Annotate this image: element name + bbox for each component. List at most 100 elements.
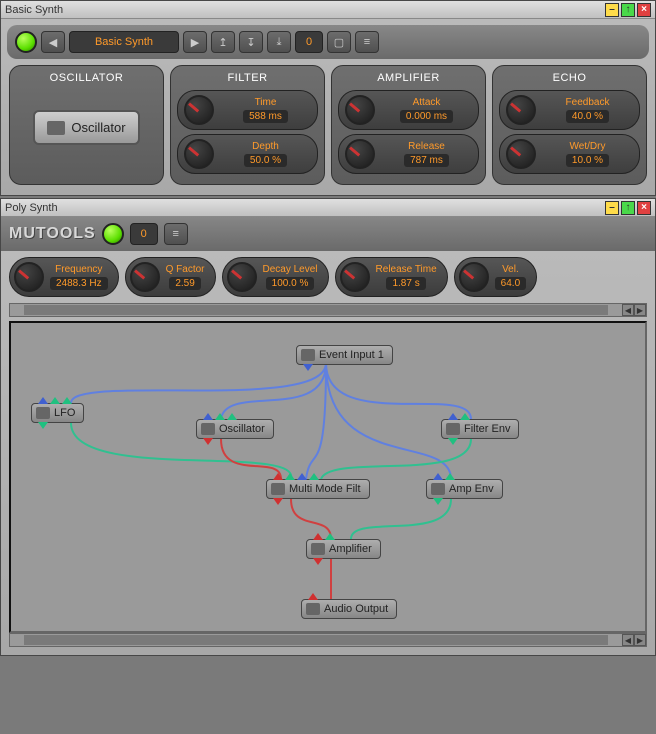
qfactor-knob[interactable] [130, 262, 160, 292]
node-label: Event Input 1 [319, 349, 384, 361]
knob-value[interactable]: 64.0 [495, 277, 526, 290]
panel-title: ECHO [553, 72, 587, 84]
filter-panel: FILTER Time 588 ms Depth 50.0 % [170, 65, 325, 185]
close-button[interactable]: × [637, 201, 651, 215]
knob-value[interactable]: 588 ms [243, 110, 288, 123]
graph-scrollbar[interactable]: ◀ ▶ [9, 633, 647, 647]
frequency-knob[interactable] [14, 262, 44, 292]
maximize-button[interactable]: ↑ [621, 201, 635, 215]
velocity-knob[interactable] [459, 262, 489, 292]
multi-mode-filter-node[interactable]: Multi Mode Filt [266, 479, 370, 499]
menu-button[interactable]: ≡ [355, 31, 379, 53]
prev-preset-button[interactable]: ◀ [41, 31, 65, 53]
echo-panel: ECHO Feedback 40.0 % Wet/Dry 10.0 % [492, 65, 647, 185]
preset-name-display[interactable]: Basic Synth [69, 31, 179, 53]
feedback-knob[interactable] [506, 95, 536, 125]
power-led[interactable] [102, 223, 124, 245]
node-label: Amplifier [329, 543, 372, 555]
event-input-node[interactable]: Event Input 1 [296, 345, 393, 365]
output-icon [306, 603, 320, 615]
knob-value[interactable]: 0.000 ms [400, 110, 453, 123]
depth-knob-row: Depth 50.0 % [177, 134, 318, 174]
load-up-button[interactable]: ↥ [211, 31, 235, 53]
node-graph[interactable]: Event Input 1 LFO Oscillator Filter Env … [9, 321, 647, 633]
filter-icon [271, 483, 285, 495]
oscillator-button[interactable]: Oscillator [33, 110, 139, 145]
knob-label: Wet/Dry [570, 141, 606, 152]
scroll-right-icon[interactable]: ▶ [634, 304, 646, 316]
knob-value[interactable]: 50.0 % [244, 154, 287, 167]
knob-scrollbar[interactable]: ◀ ▶ [9, 303, 647, 317]
basic-synth-panels: OSCILLATOR Oscillator FILTER Time 588 ms… [1, 65, 655, 195]
waveform-icon [47, 121, 65, 135]
oscillator-node[interactable]: Oscillator [196, 419, 274, 439]
decay-knob-cell: Decay Level 100.0 % [222, 257, 329, 297]
knob-label: Decay Level [263, 264, 318, 275]
qfactor-knob-cell: Q Factor 2.59 [125, 257, 216, 297]
attack-knob-row: Attack 0.000 ms [338, 90, 479, 130]
scroll-right-icon[interactable]: ▶ [634, 634, 646, 646]
preset-index[interactable]: 0 [295, 31, 323, 53]
node-label: Audio Output [324, 603, 388, 615]
envelope-icon [431, 483, 445, 495]
close-button[interactable]: × [637, 3, 651, 17]
poly-synth-knob-row: Frequency 2488.3 Hz Q Factor 2.59 Decay … [1, 251, 655, 303]
knob-value[interactable]: 40.0 % [566, 110, 609, 123]
audio-output-node[interactable]: Audio Output [301, 599, 397, 619]
next-preset-button[interactable]: ▶ [183, 31, 207, 53]
knob-value[interactable]: 100.0 % [266, 277, 315, 290]
poly-synth-window: Poly Synth – ↑ × MUTOOLS 0 ≡ Frequency 2… [0, 198, 656, 656]
wires [11, 323, 645, 631]
scroll-left-icon[interactable]: ◀ [622, 634, 634, 646]
panel-title: AMPLIFIER [377, 72, 440, 84]
amplifier-panel: AMPLIFIER Attack 0.000 ms Release 787 ms [331, 65, 486, 185]
amplifier-icon [311, 543, 325, 555]
basic-synth-titlebar: Basic Synth – ↑ × [1, 1, 655, 19]
oscillator-panel: OSCILLATOR Oscillator [9, 65, 164, 185]
attack-knob[interactable] [345, 95, 375, 125]
load-down-button[interactable]: ↧ [239, 31, 263, 53]
envelope-icon [446, 423, 460, 435]
panel-title: FILTER [227, 72, 267, 84]
knob-label: Time [255, 97, 277, 108]
knob-value[interactable]: 1.87 s [386, 277, 425, 290]
amplifier-node[interactable]: Amplifier [306, 539, 381, 559]
preset-index[interactable]: 0 [130, 223, 158, 245]
minimize-button[interactable]: – [605, 201, 619, 215]
power-led[interactable] [15, 31, 37, 53]
knob-label: Vel. [502, 264, 519, 275]
release-knob[interactable] [345, 139, 375, 169]
node-label: Oscillator [219, 423, 265, 435]
filter-env-node[interactable]: Filter Env [441, 419, 519, 439]
lfo-node[interactable]: LFO [31, 403, 84, 423]
oscillator-button-label: Oscillator [71, 120, 125, 135]
release-knob[interactable] [340, 262, 370, 292]
maximize-button[interactable]: ↑ [621, 3, 635, 17]
poly-synth-toolbar: MUTOOLS 0 ≡ [1, 217, 655, 251]
time-knob[interactable] [184, 95, 214, 125]
menu-button[interactable]: ≡ [164, 223, 188, 245]
amp-env-node[interactable]: Amp Env [426, 479, 503, 499]
depth-knob[interactable] [184, 139, 214, 169]
poly-synth-titlebar: Poly Synth – ↑ × [1, 199, 655, 217]
decay-knob[interactable] [227, 262, 257, 292]
knob-value[interactable]: 10.0 % [566, 154, 609, 167]
minimize-button[interactable]: – [605, 3, 619, 17]
scroll-left-icon[interactable]: ◀ [622, 304, 634, 316]
wetdry-knob[interactable] [506, 139, 536, 169]
knob-label: Attack [413, 97, 441, 108]
wetdry-knob-row: Wet/Dry 10.0 % [499, 134, 640, 174]
node-label: Multi Mode Filt [289, 483, 361, 495]
knob-value[interactable]: 787 ms [404, 154, 449, 167]
frequency-knob-cell: Frequency 2488.3 Hz [9, 257, 119, 297]
lfo-icon [36, 407, 50, 419]
knob-label: Q Factor [166, 264, 205, 275]
window-title: Poly Synth [5, 202, 603, 214]
save-button[interactable]: ⤓ [267, 31, 291, 53]
release-knob-row: Release 787 ms [338, 134, 479, 174]
rect-button[interactable]: ▢ [327, 31, 351, 53]
waveform-icon [201, 423, 215, 435]
knob-label: Release [408, 141, 445, 152]
knob-value[interactable]: 2488.3 Hz [50, 277, 108, 290]
knob-value[interactable]: 2.59 [169, 277, 200, 290]
